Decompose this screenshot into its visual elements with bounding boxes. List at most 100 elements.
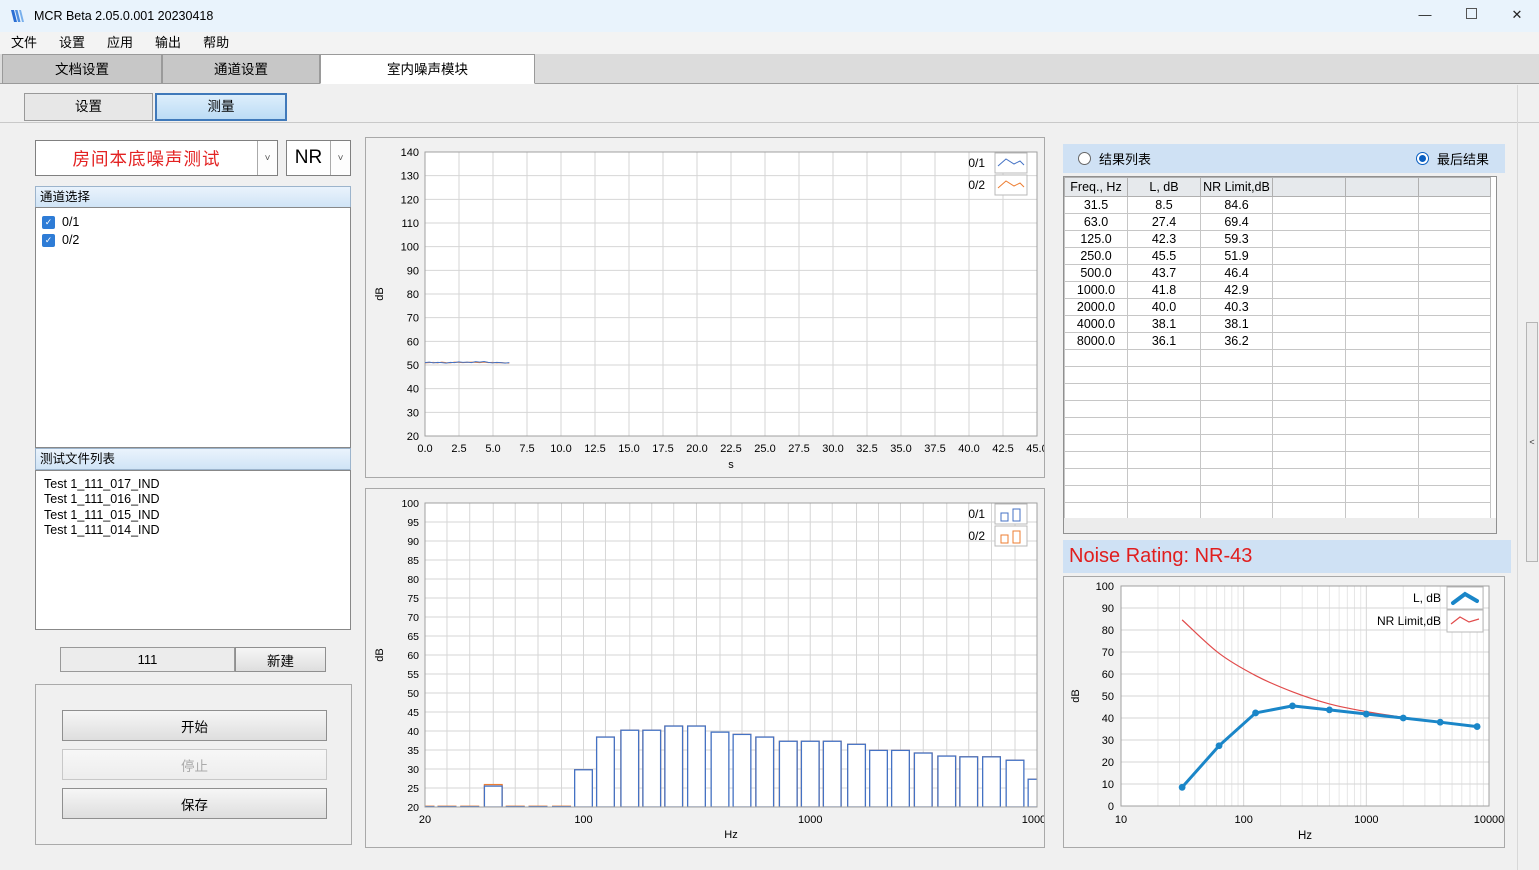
chevron-down-icon[interactable]: ˅ xyxy=(330,141,350,175)
table-cell xyxy=(1273,333,1346,350)
table-row xyxy=(1065,384,1491,401)
save-button[interactable]: 保存 xyxy=(62,788,327,819)
app-logo-icon xyxy=(10,8,26,24)
svg-text:10: 10 xyxy=(1115,814,1127,826)
last-result-radio[interactable] xyxy=(1416,152,1429,165)
table-cell: 27.4 xyxy=(1128,214,1201,231)
list-item[interactable]: Test 1_111_017_IND xyxy=(36,477,350,492)
svg-text:40: 40 xyxy=(1102,713,1114,725)
divider xyxy=(1517,85,1518,870)
svg-text:90: 90 xyxy=(407,536,419,548)
svg-text:10000: 10000 xyxy=(1474,814,1504,826)
table-cell: 8.5 xyxy=(1128,197,1201,214)
result-mode-bar: 结果列表 最后结果 xyxy=(1063,144,1505,173)
table-row xyxy=(1065,435,1491,452)
tab-settings[interactable]: 设置 xyxy=(24,93,153,121)
table-cell xyxy=(1419,452,1491,469)
table-cell xyxy=(1065,367,1128,384)
table-cell xyxy=(1346,503,1419,520)
table-cell xyxy=(1273,214,1346,231)
svg-text:80: 80 xyxy=(1102,625,1114,637)
table-row xyxy=(1065,452,1491,469)
result-list-radio[interactable] xyxy=(1078,152,1091,165)
column-header: L, dB xyxy=(1128,178,1201,197)
table-cell: 500.0 xyxy=(1065,265,1128,282)
svg-text:100: 100 xyxy=(1234,814,1252,826)
chevron-down-icon[interactable]: ˅ xyxy=(257,141,277,175)
svg-text:1000: 1000 xyxy=(1354,814,1378,826)
menu-item-0[interactable]: 文件 xyxy=(0,32,48,54)
table-cell: 1000.0 xyxy=(1065,282,1128,299)
menu-item-4[interactable]: 帮助 xyxy=(192,32,240,54)
rating-standard-combobox[interactable]: NR ˅ xyxy=(286,140,351,176)
channel-item[interactable]: ✓0/2 xyxy=(36,231,350,249)
start-button[interactable]: 开始 xyxy=(62,710,327,741)
maximize-icon xyxy=(1466,8,1477,19)
svg-text:60: 60 xyxy=(1102,669,1114,681)
table-cell: 38.1 xyxy=(1128,316,1201,333)
table-cell: 38.1 xyxy=(1201,316,1273,333)
divider xyxy=(0,122,1539,123)
table-cell: 45.5 xyxy=(1128,248,1201,265)
svg-text:60: 60 xyxy=(407,336,419,348)
table-cell xyxy=(1273,435,1346,452)
table-cell xyxy=(1419,503,1491,520)
table-cell: 42.3 xyxy=(1128,231,1201,248)
table-cell xyxy=(1419,197,1491,214)
list-item[interactable]: Test 1_111_015_IND xyxy=(36,508,350,523)
time-history-chart: 0.02.55.07.510.012.515.017.520.022.525.0… xyxy=(365,137,1045,478)
svg-text:17.5: 17.5 xyxy=(652,443,673,455)
panel-collapse-button[interactable]: < xyxy=(1526,322,1538,562)
svg-text:20: 20 xyxy=(407,802,419,814)
svg-text:dB: dB xyxy=(374,287,386,300)
table-cell xyxy=(1065,384,1128,401)
svg-text:40.0: 40.0 xyxy=(958,443,979,455)
tab-0[interactable]: 文档设置 xyxy=(2,54,162,84)
svg-text:30.0: 30.0 xyxy=(822,443,843,455)
test-name-input[interactable] xyxy=(60,647,235,672)
table-row: 1000.041.842.9 xyxy=(1065,282,1491,299)
table-row xyxy=(1065,350,1491,367)
list-item[interactable]: Test 1_111_016_IND xyxy=(36,492,350,507)
maximize-button[interactable] xyxy=(1451,0,1491,32)
svg-text:70: 70 xyxy=(407,612,419,624)
app-window: MCR Beta 2.05.0.001 20230418 — ✕ 文件设置应用输… xyxy=(0,0,1539,870)
tab-2[interactable]: 室内噪声模块 xyxy=(320,54,535,84)
table-cell xyxy=(1419,401,1491,418)
menu-item-1[interactable]: 设置 xyxy=(48,32,96,54)
table-cell: 51.9 xyxy=(1201,248,1273,265)
table-cell xyxy=(1346,214,1419,231)
table-cell xyxy=(1419,350,1491,367)
svg-text:70: 70 xyxy=(407,313,419,325)
menu-item-3[interactable]: 输出 xyxy=(144,32,192,54)
table-cell xyxy=(1065,452,1128,469)
table-cell: 84.6 xyxy=(1201,197,1273,214)
table-cell xyxy=(1201,435,1273,452)
list-item[interactable]: Test 1_111_014_IND xyxy=(36,523,350,538)
table-cell xyxy=(1201,350,1273,367)
svg-text:100: 100 xyxy=(401,242,419,254)
table-cell xyxy=(1419,248,1491,265)
table-cell: 31.5 xyxy=(1065,197,1128,214)
channel-item[interactable]: ✓0/1 xyxy=(36,213,350,231)
checkbox-checked-icon[interactable]: ✓ xyxy=(42,234,55,247)
svg-text:0: 0 xyxy=(1108,801,1114,813)
svg-text:50: 50 xyxy=(1102,691,1114,703)
minimize-button[interactable]: — xyxy=(1405,0,1445,32)
table-cell xyxy=(1419,231,1491,248)
table-cell xyxy=(1346,350,1419,367)
close-button[interactable]: ✕ xyxy=(1495,0,1539,32)
channel-section-header: 通道选择 xyxy=(35,186,351,208)
table-cell xyxy=(1346,282,1419,299)
checkbox-checked-icon[interactable]: ✓ xyxy=(42,216,55,229)
column-header xyxy=(1273,178,1346,197)
table-cell xyxy=(1201,503,1273,520)
stop-button[interactable]: 停止 xyxy=(62,749,327,780)
tab-measure[interactable]: 测量 xyxy=(155,93,287,121)
table-footer xyxy=(1064,518,1496,533)
tab-1[interactable]: 通道设置 xyxy=(162,54,320,84)
new-button[interactable]: 新建 xyxy=(235,647,326,672)
menu-item-2[interactable]: 应用 xyxy=(96,32,144,54)
table-cell xyxy=(1346,401,1419,418)
test-type-combobox[interactable]: 房间本底噪声测试 ˅ xyxy=(35,140,278,176)
